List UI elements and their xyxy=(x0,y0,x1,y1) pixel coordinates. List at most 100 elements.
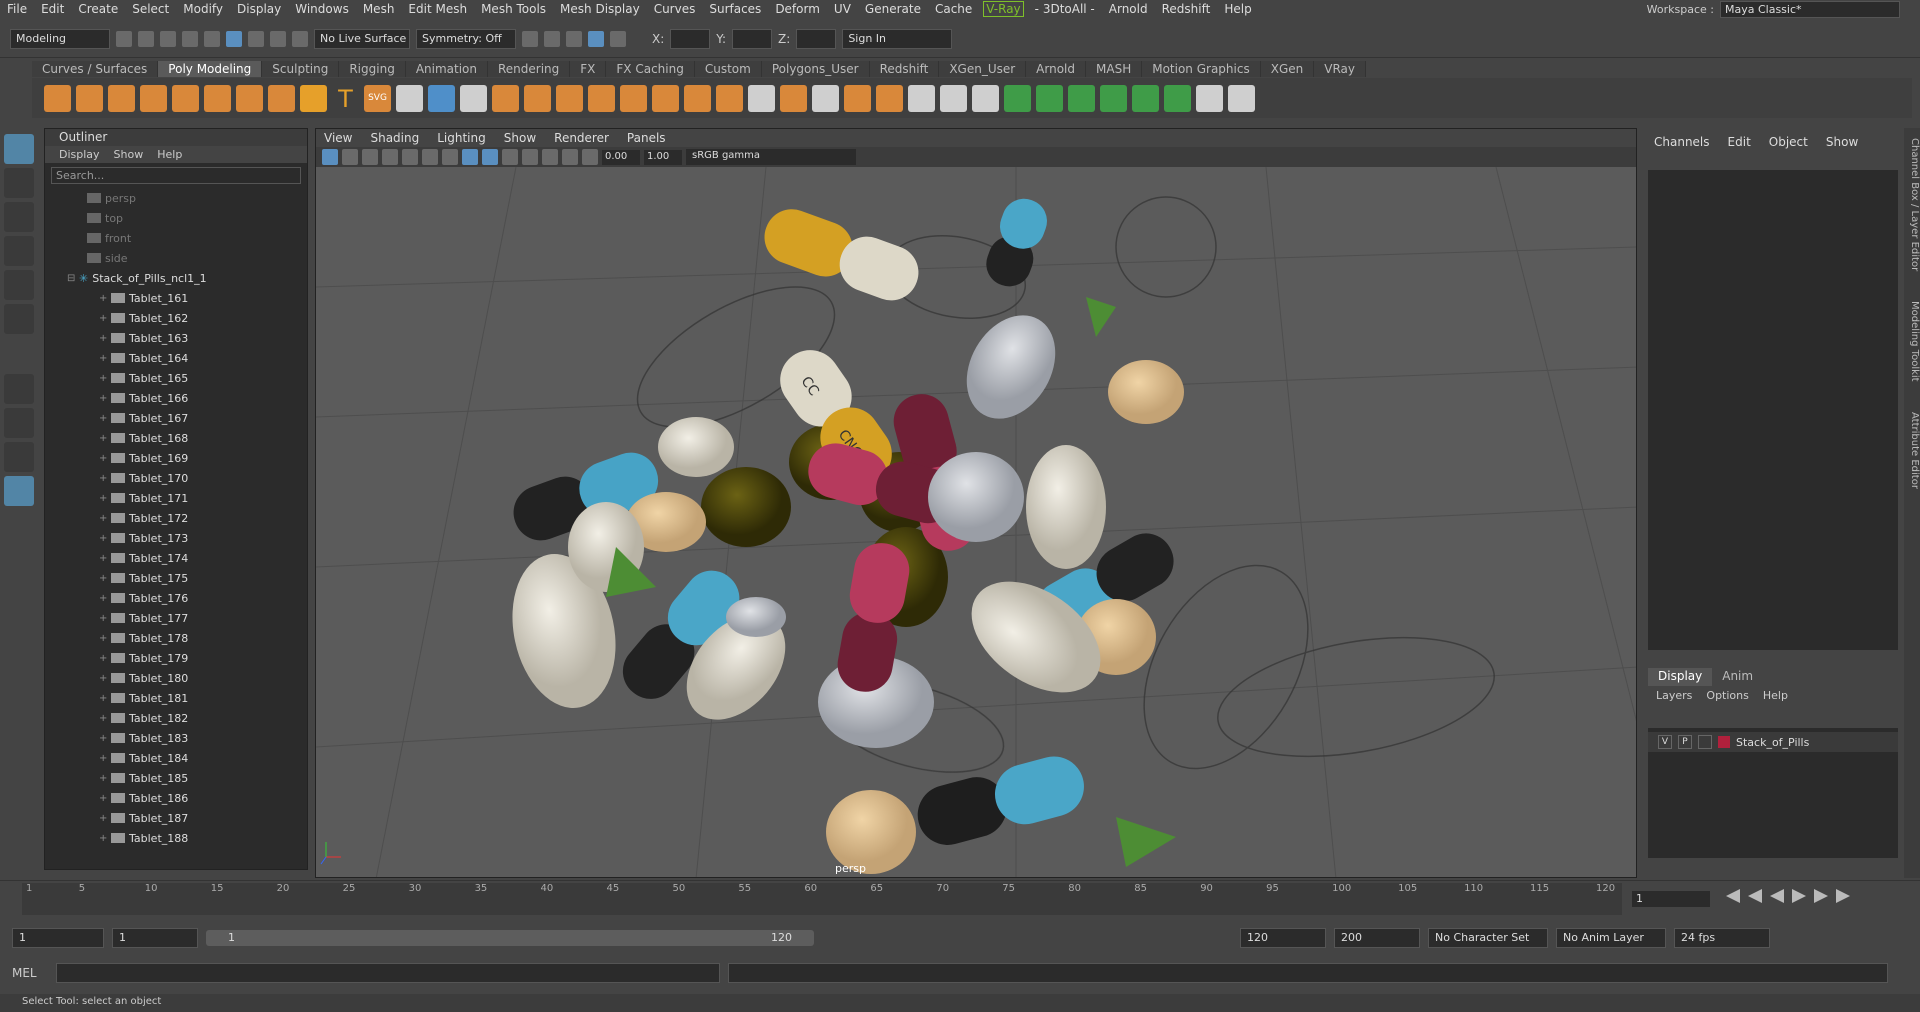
menu-item[interactable]: Display xyxy=(230,2,288,16)
menu-item[interactable]: - 3DtoAll - xyxy=(1028,2,1102,16)
layer-row[interactable]: V P Stack_of_Pills xyxy=(1648,732,1898,752)
redo-icon[interactable] xyxy=(204,30,220,47)
expand-icon[interactable]: + xyxy=(99,533,109,544)
shelf-tab[interactable]: Arnold xyxy=(1026,61,1087,77)
move-tool-icon[interactable] xyxy=(4,236,34,266)
channel-menu-item[interactable]: Edit xyxy=(1728,135,1751,149)
save-scene-icon[interactable] xyxy=(160,30,176,47)
outliner-mesh-item[interactable]: + Tablet_175 xyxy=(45,568,307,588)
outliner-mesh-item[interactable]: + Tablet_182 xyxy=(45,708,307,728)
shelf-tab[interactable]: Redshift xyxy=(869,61,940,77)
viewport-menu-item[interactable]: Renderer xyxy=(554,129,609,147)
end-time-field[interactable]: 200 xyxy=(1334,928,1420,948)
mirror-icon[interactable] xyxy=(652,84,679,112)
outliner-mesh-item[interactable]: + Tablet_167 xyxy=(45,408,307,428)
film-gate-icon[interactable] xyxy=(422,149,438,165)
channel-menu-item[interactable]: Show xyxy=(1826,135,1858,149)
text-icon[interactable]: T xyxy=(332,85,359,113)
svg-icon[interactable]: SVG xyxy=(364,84,391,112)
shelf-tab[interactable]: Curves / Surfaces xyxy=(32,61,159,77)
layer-name[interactable]: Stack_of_Pills xyxy=(1736,736,1809,749)
rotate-tool-icon[interactable] xyxy=(4,270,34,300)
viewport-panel[interactable]: View Shading Lighting Show Renderer Panels 0.… xyxy=(315,128,1637,878)
expand-icon[interactable]: + xyxy=(99,293,109,304)
expand-icon[interactable]: + xyxy=(99,373,109,384)
measure-icon[interactable] xyxy=(396,84,423,112)
create-object-icon[interactable] xyxy=(428,84,455,112)
expand-icon[interactable]: + xyxy=(99,593,109,604)
shelf-tab[interactable]: Rendering xyxy=(488,61,571,77)
quad-draw-icon[interactable] xyxy=(908,84,935,112)
character-set-dropdown[interactable]: No Character Set xyxy=(1428,928,1548,948)
outliner-mesh-item[interactable]: + Tablet_166 xyxy=(45,388,307,408)
outliner-mesh-item[interactable]: + Tablet_180 xyxy=(45,668,307,688)
insert-loop-icon[interactable] xyxy=(972,84,999,112)
platonic-solid-icon[interactable] xyxy=(268,84,295,112)
expand-icon[interactable]: + xyxy=(99,653,109,664)
uv-editor-icon[interactable] xyxy=(1164,84,1191,112)
expand-icon[interactable]: + xyxy=(99,633,109,644)
expand-icon[interactable]: + xyxy=(99,393,109,404)
expand-icon[interactable]: + xyxy=(99,733,109,744)
outliner-mesh-item[interactable]: + Tablet_185 xyxy=(45,768,307,788)
poly-cube-icon[interactable] xyxy=(76,84,103,112)
scale-tool-icon[interactable] xyxy=(4,304,34,334)
expand-icon[interactable]: + xyxy=(99,353,109,364)
shelf-tab[interactable]: Rigging xyxy=(339,61,406,77)
poly-torus-icon[interactable] xyxy=(172,84,199,112)
textured-icon[interactable] xyxy=(502,149,518,165)
menu-item[interactable]: Edit Mesh xyxy=(401,2,474,16)
sign-in-button[interactable]: Sign In xyxy=(842,28,953,49)
outliner-mesh-item[interactable]: + Tablet_188 xyxy=(45,828,307,848)
playback-start-field[interactable]: 1 xyxy=(112,928,198,948)
layer-type-toggle[interactable] xyxy=(1698,735,1712,749)
menu-item[interactable]: Help xyxy=(1217,2,1258,16)
extract-icon[interactable] xyxy=(556,84,583,112)
select-tool-icon[interactable] xyxy=(4,134,34,164)
workspace-selector[interactable]: Workspace : Maya Classic* xyxy=(1647,1,1900,18)
colorspace-dropdown[interactable]: sRGB gamma xyxy=(686,149,856,165)
target-weld-icon[interactable] xyxy=(844,84,871,112)
shelf-tab[interactable]: XGen_User xyxy=(939,61,1027,77)
menu-item[interactable]: Arnold xyxy=(1102,2,1155,16)
uv-layout-icon[interactable] xyxy=(1132,84,1159,112)
camera-attr-icon[interactable] xyxy=(342,149,358,165)
shelf-tab[interactable]: Poly Modeling xyxy=(158,61,263,77)
outliner-group-item[interactable]: ⊟ ✳ Stack_of_Pills_ncl1_1 xyxy=(45,268,307,288)
menu-item[interactable]: Redshift xyxy=(1155,2,1218,16)
outliner-mesh-item[interactable]: + Tablet_168 xyxy=(45,428,307,448)
play-backward-icon[interactable] xyxy=(1770,889,1784,903)
bookmark-icon[interactable] xyxy=(362,149,378,165)
select-by-hierarchy-icon[interactable] xyxy=(226,30,242,47)
layer-menu-item[interactable]: Help xyxy=(1763,687,1788,705)
play-forward-icon[interactable] xyxy=(1792,889,1806,903)
outliner-mesh-item[interactable]: + Tablet_178 xyxy=(45,628,307,648)
smooth-icon[interactable] xyxy=(588,84,615,112)
menu-item[interactable]: Mesh Tools xyxy=(474,2,553,16)
anim-layer-dropdown[interactable]: No Anim Layer xyxy=(1556,928,1666,948)
ipr-render-icon[interactable] xyxy=(544,30,560,47)
outliner-mesh-item[interactable]: + Tablet_183 xyxy=(45,728,307,748)
shelf-tab[interactable]: Sculpting xyxy=(262,61,340,77)
outliner-mesh-item[interactable]: + Tablet_171 xyxy=(45,488,307,508)
outliner-mesh-item[interactable]: + Tablet_176 xyxy=(45,588,307,608)
current-frame-field[interactable]: 1 xyxy=(1632,891,1710,907)
separate-icon[interactable] xyxy=(524,84,551,112)
expand-icon[interactable]: + xyxy=(99,513,109,524)
expand-icon[interactable]: + xyxy=(99,453,109,464)
super-shape-icon[interactable] xyxy=(300,84,327,112)
uv-toolkit-icon[interactable] xyxy=(1196,84,1223,112)
outliner-menu-item[interactable]: Show xyxy=(114,146,144,163)
expand-icon[interactable]: + xyxy=(99,753,109,764)
outliner-mesh-item[interactable]: + Tablet_179 xyxy=(45,648,307,668)
command-input[interactable] xyxy=(56,963,720,983)
shelf-tab[interactable]: XGen xyxy=(1260,61,1315,77)
exposure-field[interactable]: 0.00 xyxy=(602,149,640,165)
viewport-menu-item[interactable]: Shading xyxy=(370,129,419,147)
side-tab[interactable]: Modeling Toolkit xyxy=(1904,301,1920,382)
uv-map-icon[interactable] xyxy=(1004,84,1031,112)
undo-icon[interactable] xyxy=(182,30,198,47)
snap-point-icon[interactable] xyxy=(292,30,308,47)
outliner-mesh-item[interactable]: + Tablet_187 xyxy=(45,808,307,828)
pause-icon[interactable] xyxy=(610,30,626,47)
